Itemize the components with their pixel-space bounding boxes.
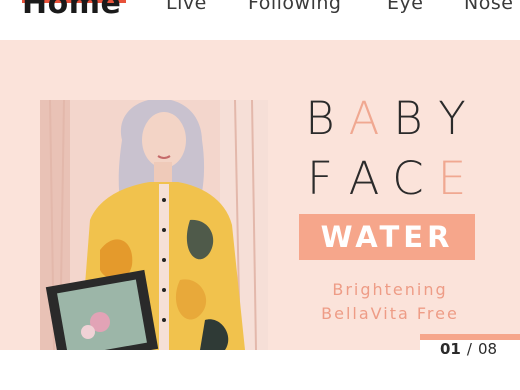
title-letter: F: [307, 152, 333, 205]
product-badge: WATER: [299, 214, 475, 260]
title-letter: B: [305, 92, 335, 145]
tab-eye[interactable]: Eye: [387, 0, 423, 14]
tab-following[interactable]: Following: [248, 0, 341, 14]
product-badge-label: WATER: [320, 220, 454, 254]
page-separator: /: [466, 340, 472, 358]
title-letter: C: [392, 152, 424, 205]
subtitle-brand: BellaVita Free: [321, 304, 459, 323]
promo-banner[interactable]: BABY FACE WATER Brightening BellaVita Fr…: [0, 40, 520, 350]
current-page: 01: [440, 340, 461, 358]
tab-nose[interactable]: Nose: [464, 0, 513, 14]
top-nav: Home Live Following Eye Nose: [0, 0, 520, 40]
title-letter: A: [348, 152, 380, 205]
title-letter: Y: [438, 92, 466, 145]
title-baby: BABY: [298, 92, 474, 145]
model-photo: [40, 100, 268, 350]
tab-home[interactable]: Home: [22, 0, 121, 21]
subtitle-brightening: Brightening: [332, 280, 448, 299]
title-letter-accent: A: [348, 92, 380, 145]
total-pages: 08: [477, 340, 498, 358]
title-letter-accent: E: [437, 152, 467, 205]
title-letter: B: [393, 92, 423, 145]
banner-pagination: 01 / 08: [440, 340, 497, 358]
title-face: FACE: [298, 152, 474, 205]
tab-live[interactable]: Live: [166, 0, 207, 14]
